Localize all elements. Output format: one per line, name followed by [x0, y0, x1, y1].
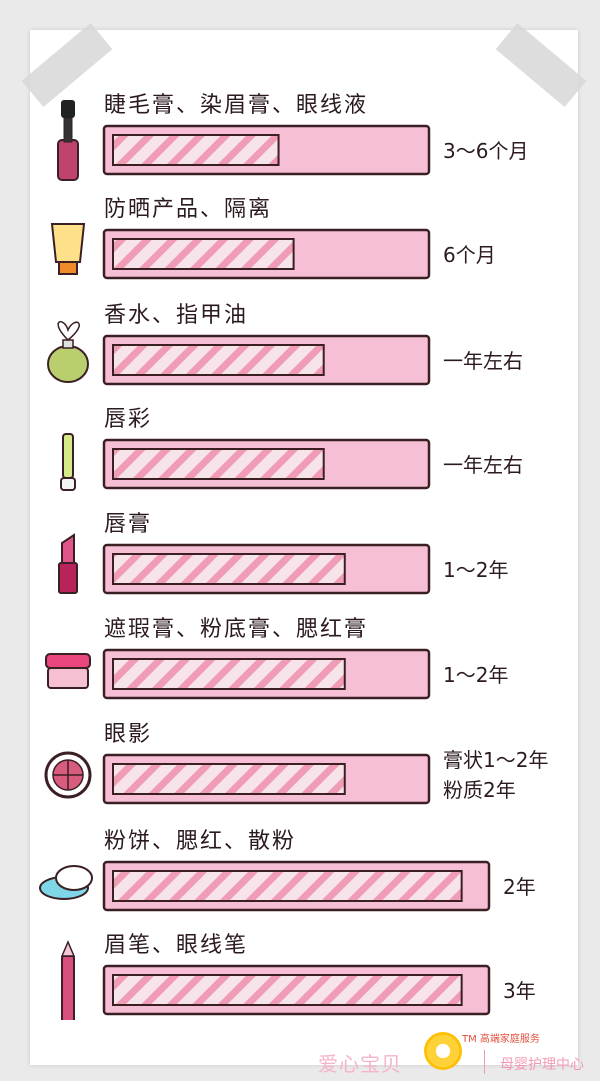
category-label: 防晒产品、隔离: [104, 197, 272, 222]
bar-value: [112, 448, 325, 480]
category-label: 睫毛膏、染眉膏、眼线液: [104, 93, 368, 118]
chart-row: 睫毛膏、染眉膏、眼线液 3～6个月: [57, 93, 528, 181]
footer-divider: [484, 1050, 485, 1074]
value-label-line: 一年左右: [443, 453, 523, 477]
chart-row: 唇膏 1～2年: [58, 512, 508, 595]
value-label: 6个月: [443, 243, 496, 267]
category-label: 眉笔、眼线笔: [104, 933, 248, 958]
value-label-line: 一年左右: [443, 349, 523, 373]
bar-value: [112, 134, 280, 166]
eyeshadow-compact-icon: [44, 751, 92, 799]
tm-line: TM 高端家庭服务: [462, 1034, 540, 1045]
eyebrow-pencil-icon: [60, 940, 76, 1020]
chart-row: 眼影膏状1～2年粉质2年: [44, 722, 548, 805]
value-label-line: 3～6个月: [443, 139, 528, 163]
lip-gloss-icon: [60, 433, 76, 491]
bar-value: [112, 870, 463, 902]
cream-jar-icon: [45, 653, 91, 689]
shelf-life-chart: 睫毛膏、染眉膏、眼线液3～6个月防晒产品、隔离6个月香水、指甲油一年左右唇彩一年…: [39, 93, 548, 1020]
sunscreen-tube-icon: [50, 223, 86, 275]
value-label: 膏状1～2年粉质2年: [443, 748, 548, 802]
chart-row: 粉饼、腮红、散粉 2年: [39, 829, 536, 912]
perfume-bottle-icon: [47, 320, 89, 383]
category-label: 香水、指甲油: [104, 303, 248, 328]
value-label: 一年左右: [443, 349, 523, 373]
category-label: 眼影: [104, 722, 152, 747]
chart-row: 唇彩一年左右: [60, 407, 523, 491]
bar-value: [112, 974, 463, 1006]
bar-value: [112, 344, 325, 376]
value-label: 3年: [503, 979, 536, 1003]
category-label: 唇彩: [104, 407, 152, 432]
value-label-line: 1～2年: [443, 663, 508, 687]
value-label: 3～6个月: [443, 139, 528, 163]
chart-row: 遮瑕膏、粉底膏、腮红膏 1～2年: [45, 617, 508, 700]
value-label: 1～2年: [443, 663, 508, 687]
chart-row: 眉笔、眼线笔 3年: [60, 933, 536, 1020]
value-label: 2年: [503, 875, 536, 899]
chart-row: 防晒产品、隔离 6个月: [50, 197, 496, 280]
value-label-line: 2年: [503, 875, 536, 899]
value-label: 1～2年: [443, 558, 508, 582]
mascara-icon: [57, 100, 79, 181]
category-label: 粉饼、腮红、散粉: [104, 829, 296, 854]
category-label: 唇膏: [104, 512, 152, 537]
value-label-line: 3年: [503, 979, 536, 1003]
category-label: 遮瑕膏、粉底膏、腮红膏: [104, 617, 368, 642]
value-label-line: 膏状1～2年: [443, 748, 548, 772]
value-label-line: 1～2年: [443, 558, 508, 582]
value-label-line: 6个月: [443, 243, 496, 267]
bar-value: [112, 553, 346, 585]
value-label-line: 粉质2年: [443, 778, 516, 802]
sun-logo-icon: [424, 1032, 462, 1070]
bar-value: [112, 238, 295, 270]
footer-watermark: 爱心宝贝 TM 高端家庭服务 母婴护理中心: [0, 1020, 600, 1081]
value-label: 一年左右: [443, 453, 523, 477]
bar-value: [112, 763, 346, 795]
chart-row: 香水、指甲油一年左右: [47, 303, 523, 386]
brand-name: 爱心宝贝: [318, 1052, 402, 1076]
bar-value: [112, 658, 346, 690]
footer-sub: 母婴护理中心: [500, 1057, 584, 1073]
powder-puff-icon: [39, 865, 93, 900]
lipstick-icon: [58, 533, 78, 594]
